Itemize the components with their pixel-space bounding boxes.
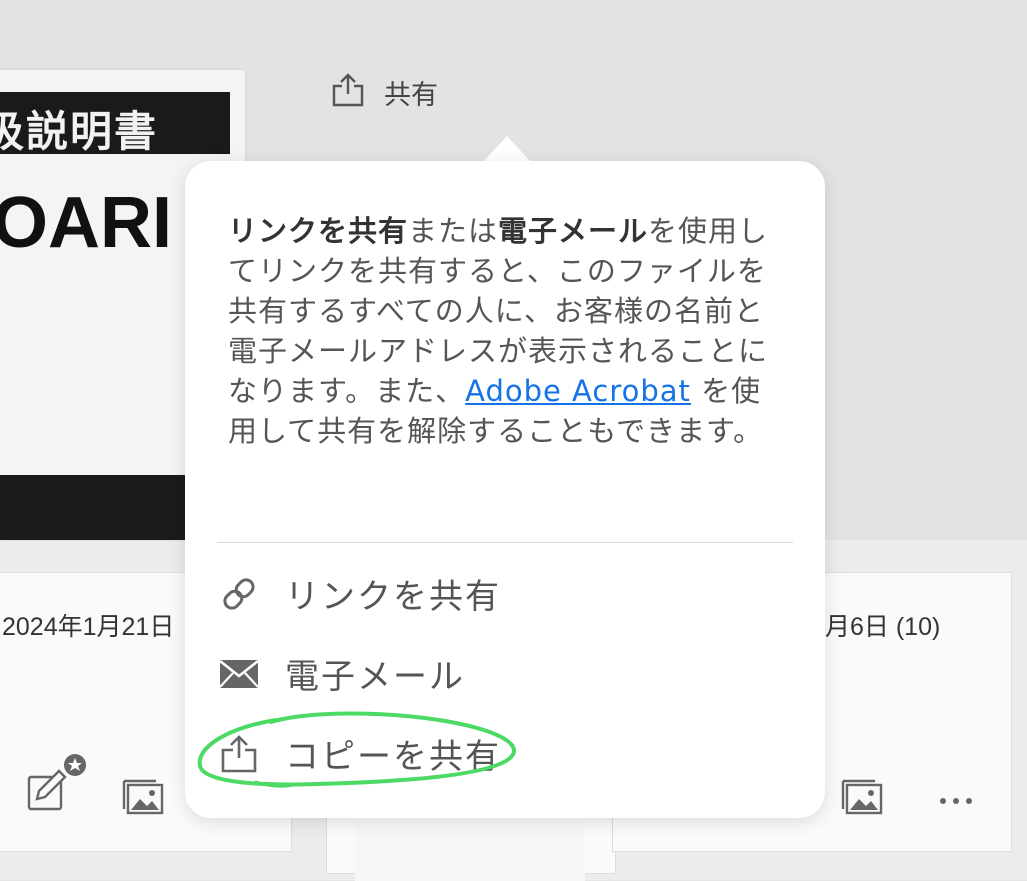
email-label: 電子メール: [285, 657, 465, 697]
document-big-text: OARI: [0, 183, 172, 263]
email-icon: [217, 652, 261, 696]
info-bold-email: 電子メール: [498, 214, 649, 248]
image-icon[interactable]: [841, 779, 883, 819]
card-preview: [355, 821, 585, 881]
document-title-text: 扱説明書: [0, 107, 159, 156]
header-share-button[interactable]: 共有: [330, 72, 438, 112]
highlight-annotation: [196, 710, 520, 796]
card-date: 月6日 (10): [825, 613, 941, 641]
card-date: 2024年1月21日: [2, 613, 175, 641]
edit-icon[interactable]: [27, 753, 91, 817]
info-bold-link: リンクを共有: [228, 214, 409, 248]
email-menu-item[interactable]: 電子メール: [217, 649, 465, 698]
more-icon[interactable]: [939, 791, 973, 810]
image-icon[interactable]: [122, 779, 164, 819]
share-icon: [330, 72, 366, 112]
header-share-label: 共有: [384, 79, 438, 111]
share-info-text: リンクを共有または電子メールを使用してリンクを共有すると、このファイルを共有する…: [228, 211, 788, 451]
divider: [217, 542, 793, 543]
share-link-label: リンクを共有: [285, 577, 501, 617]
popover-arrow: [483, 136, 531, 162]
info-text-1: または: [408, 214, 499, 248]
share-link-menu-item[interactable]: リンクを共有: [217, 569, 501, 618]
link-icon: [217, 572, 261, 616]
adobe-acrobat-link[interactable]: Adobe Acrobat: [465, 374, 691, 408]
